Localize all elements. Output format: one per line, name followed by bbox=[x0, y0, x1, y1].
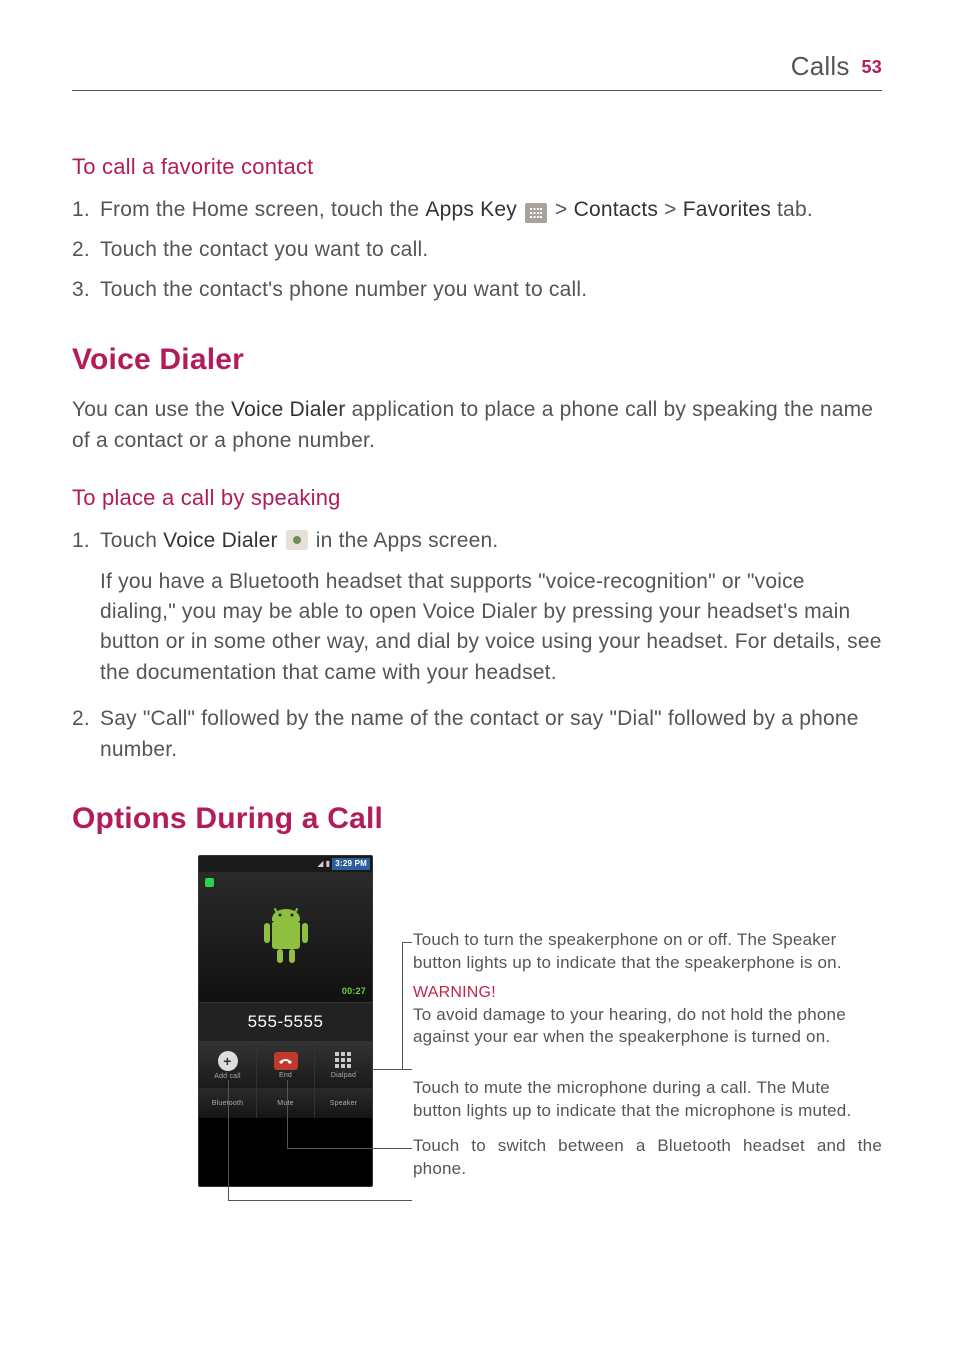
list-item: 1. From the Home screen, touch the Apps … bbox=[72, 195, 882, 225]
text-run: You can use the bbox=[72, 398, 231, 421]
call-options-figure: ◢ ▮ 3:29 PM bbox=[72, 855, 882, 1187]
callout-line bbox=[402, 942, 412, 943]
step-text: Touch the contact's phone number you wan… bbox=[100, 275, 882, 305]
bold-voice-dialer: Voice Dialer bbox=[163, 529, 278, 552]
heading-options-during-call: Options During a Call bbox=[72, 797, 882, 841]
bold-voice-dialer: Voice Dialer bbox=[231, 398, 346, 421]
dialpad-icon bbox=[335, 1052, 353, 1070]
signal-icon: ◢ bbox=[317, 858, 323, 870]
page-header: Calls 53 bbox=[72, 48, 882, 91]
android-avatar-icon bbox=[256, 902, 316, 972]
end-call-button[interactable]: End bbox=[257, 1042, 315, 1088]
annotation-column: Touch to turn the speakerphone on or off… bbox=[413, 855, 882, 1187]
heading-voice-dialer: Voice Dialer bbox=[72, 338, 882, 382]
status-time: 3:29 PM bbox=[332, 858, 370, 870]
subheading-call-favorite: To call a favorite contact bbox=[72, 151, 882, 183]
button-label: Speaker bbox=[330, 1099, 358, 1109]
voice-dialer-icon bbox=[286, 530, 308, 550]
apps-key-icon bbox=[525, 203, 547, 223]
call-controls-row-2: Bluetooth Mute Speaker bbox=[199, 1088, 372, 1118]
step-number: 1. bbox=[72, 526, 100, 556]
step-number: 2. bbox=[72, 235, 100, 265]
step-number: 2. bbox=[72, 704, 100, 765]
plus-icon: + bbox=[218, 1051, 238, 1071]
end-call-icon bbox=[274, 1052, 298, 1070]
text-run: Touch bbox=[100, 529, 163, 552]
text-run: > bbox=[658, 198, 683, 221]
text-run: > bbox=[549, 198, 574, 221]
callout-line bbox=[228, 1080, 229, 1200]
step-text: Touch Voice Dialer in the Apps screen. bbox=[100, 526, 882, 556]
step-text: Say "Call" followed by the name of the c… bbox=[100, 704, 882, 765]
bold-favorites: Favorites bbox=[683, 198, 771, 221]
warning-text: To avoid damage to your hearing, do not … bbox=[413, 1005, 846, 1047]
text-run: in the Apps screen. bbox=[310, 529, 499, 552]
battery-icon: ▮ bbox=[326, 858, 331, 870]
list-item: 3. Touch the contact's phone number you … bbox=[72, 275, 882, 305]
bold-apps-key: Apps Key bbox=[425, 198, 517, 221]
annotation-warning: WARNING! To avoid damage to your hearing… bbox=[413, 981, 882, 1050]
subheading-place-call-speaking: To place a call by speaking bbox=[72, 482, 882, 514]
annotation-bluetooth: Touch to switch between a Bluetooth head… bbox=[413, 1135, 882, 1181]
step-text: Touch the contact you want to call. bbox=[100, 235, 882, 265]
callout-line bbox=[228, 1200, 412, 1201]
callout-line bbox=[287, 1080, 288, 1148]
callout-line bbox=[287, 1148, 412, 1149]
button-label: End bbox=[279, 1071, 292, 1081]
text-run: tab. bbox=[771, 198, 813, 221]
warning-title: WARNING! bbox=[413, 984, 496, 1001]
list-item: 2. Say "Call" followed by the name of th… bbox=[72, 704, 882, 765]
button-label: Dialpad bbox=[331, 1071, 356, 1081]
active-call-indicator-icon bbox=[205, 878, 214, 887]
call-controls-row-1: + Add call End Dialpad bbox=[199, 1042, 372, 1088]
dialed-number: 555-5555 bbox=[199, 1002, 372, 1043]
phone-screenshot: ◢ ▮ 3:29 PM bbox=[198, 855, 373, 1187]
annotation-speaker: Touch to turn the speakerphone on or off… bbox=[413, 929, 882, 975]
call-timer: 00:27 bbox=[342, 985, 366, 998]
section-title: Calls bbox=[791, 48, 850, 86]
paragraph: You can use the Voice Dialer application… bbox=[72, 395, 882, 456]
page-number: 53 bbox=[862, 54, 882, 80]
step-number: 1. bbox=[72, 195, 100, 225]
status-bar: ◢ ▮ 3:29 PM bbox=[199, 856, 372, 872]
button-label: Mute bbox=[277, 1099, 293, 1109]
dialpad-button[interactable]: Dialpad bbox=[315, 1042, 372, 1088]
speaker-button[interactable]: Speaker bbox=[315, 1088, 372, 1118]
paragraph: If you have a Bluetooth headset that sup… bbox=[72, 567, 882, 689]
callout-line bbox=[402, 942, 403, 1069]
mute-button[interactable]: Mute bbox=[257, 1088, 315, 1118]
step-text: From the Home screen, touch the Apps Key… bbox=[100, 195, 882, 225]
step-number: 3. bbox=[72, 275, 100, 305]
callout-line bbox=[372, 1069, 412, 1070]
text-run: From the Home screen, touch the bbox=[100, 198, 425, 221]
list-item: 1. Touch Voice Dialer in the Apps screen… bbox=[72, 526, 882, 556]
bold-contacts: Contacts bbox=[574, 198, 659, 221]
annotation-mute: Touch to mute the microphone during a ca… bbox=[413, 1077, 882, 1123]
in-call-avatar-area: 00:27 bbox=[199, 872, 372, 1002]
list-item: 2. Touch the contact you want to call. bbox=[72, 235, 882, 265]
